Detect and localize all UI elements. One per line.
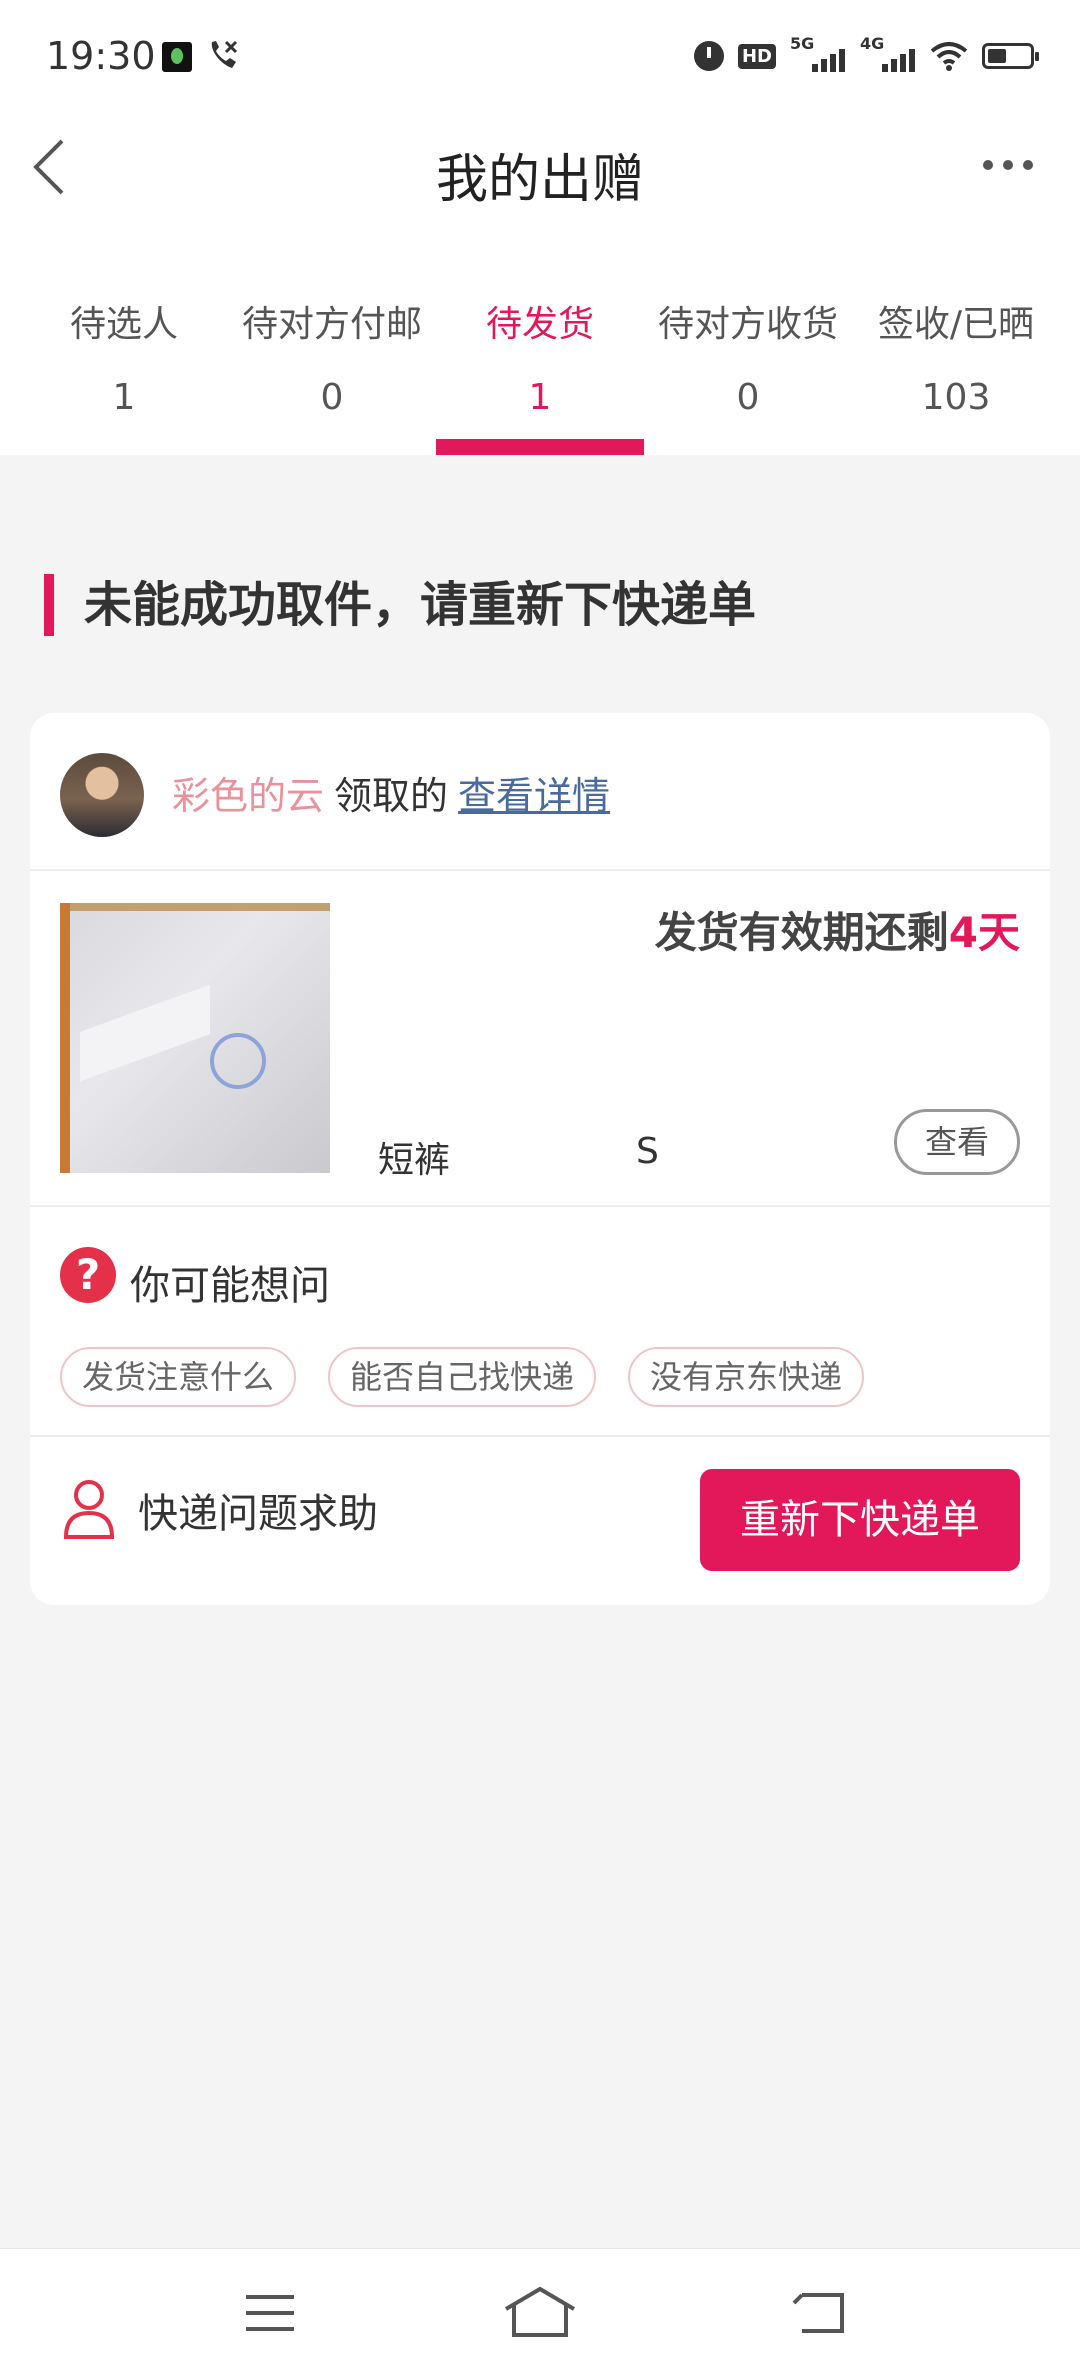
hd-icon: HD <box>737 43 776 69</box>
tab-count: 1 <box>112 377 136 418</box>
faq-chip[interactable]: 没有京东快递 <box>628 1347 865 1407</box>
back-icon[interactable] <box>790 2283 850 2343</box>
page-title: 我的出赠 <box>435 150 644 210</box>
item-name: 短裤 <box>378 1140 451 1181</box>
person-icon[interactable] <box>62 1477 116 1539</box>
deadline-days: 4天 <box>948 908 1020 957</box>
item-photo[interactable] <box>60 903 330 1173</box>
faq-row: ? 你可能想问 发货注意什么 能否自己找快递 没有京东快递 <box>30 1207 1050 1437</box>
tab-count: 1 <box>528 377 552 418</box>
photo-logo <box>210 1033 266 1089</box>
tab-pending-postage[interactable]: 待对方付邮 0 <box>228 225 436 455</box>
tab-pending-shipment[interactable]: 待发货 1 <box>436 225 644 455</box>
status-tabs: 待选人 1 待对方付邮 0 待发货 1 待对方收货 0 签收/已晒 103 <box>0 225 1080 455</box>
photo-detail <box>80 933 210 1133</box>
faq-chips: 发货注意什么 能否自己找快递 没有京东快递 <box>60 1347 865 1407</box>
tab-pending-select[interactable]: 待选人 1 <box>20 225 228 455</box>
recipient-name[interactable]: 彩色的云 <box>172 774 324 818</box>
5g-signal-icon: 5G <box>790 34 846 74</box>
deadline-prefix: 发货有效期还剩 <box>654 908 949 957</box>
5g-label: 5G <box>790 34 815 53</box>
tab-label: 待对方收货 <box>657 304 838 345</box>
section-heading: 未能成功取件，请重新下快递单 <box>44 574 756 636</box>
gift-card: 彩色的云 领取的 查看详情 发货有效期还剩4天 短裤 S 查看 ? 你可能想问 发货… <box>30 713 1050 1605</box>
avatar[interactable] <box>60 753 144 837</box>
status-time: 19:30 <box>46 34 156 78</box>
more-icon[interactable] <box>980 155 1036 175</box>
tab-label: 待发货 <box>485 304 594 345</box>
tab-label: 待选人 <box>69 304 178 345</box>
question-icon: ? <box>60 1247 116 1303</box>
tab-count: 103 <box>921 377 991 418</box>
4g-signal-icon: 4G <box>860 34 916 74</box>
app-icon <box>162 42 192 72</box>
tab-label: 签收/已晒 <box>877 304 1035 345</box>
wifi-icon <box>930 42 968 71</box>
express-help-label[interactable]: 快递问题求助 <box>138 1481 378 1539</box>
tab-signed-shared[interactable]: 签收/已晒 103 <box>852 225 1060 455</box>
missed-call-icon <box>211 40 238 68</box>
tab-count: 0 <box>320 377 344 418</box>
status-bar: 19:30 HD 5G 4G <box>0 0 1080 115</box>
system-nav-bar <box>0 2248 1080 2376</box>
faq-chip[interactable]: 发货注意什么 <box>60 1347 297 1407</box>
battery-icon <box>982 43 1039 69</box>
view-details-link[interactable]: 查看详情 <box>458 774 610 818</box>
reorder-express-button[interactable]: 重新下快递单 <box>700 1469 1020 1571</box>
tab-pending-receipt[interactable]: 待对方收货 0 <box>644 225 852 455</box>
view-button[interactable]: 查看 <box>894 1109 1020 1175</box>
item-row: 发货有效期还剩4天 短裤 S 查看 <box>30 871 1050 1207</box>
item-size: S <box>636 1131 659 1172</box>
faq-title: 你可能想问 <box>130 1263 330 1309</box>
alarm-icon <box>693 41 724 71</box>
recipient-line: 彩色的云 领取的 查看详情 <box>172 765 610 820</box>
recipient-row: 彩色的云 领取的 查看详情 <box>30 713 1050 871</box>
home-icon[interactable] <box>500 2283 580 2343</box>
shipping-deadline: 发货有效期还剩4天 <box>655 899 1020 960</box>
help-row: 快递问题求助 重新下快递单 <box>30 1437 1050 1605</box>
header: 我的出赠 <box>0 115 1080 225</box>
menu-icon[interactable] <box>240 2283 300 2343</box>
4g-label: 4G <box>860 34 885 53</box>
recipient-suffix: 领取的 <box>334 774 449 818</box>
tab-label: 待对方付邮 <box>241 304 422 345</box>
tab-underline <box>436 439 644 455</box>
faq-chip[interactable]: 能否自己找快递 <box>328 1347 597 1407</box>
tab-count: 0 <box>736 377 760 418</box>
status-icons: HD 5G 4G <box>693 34 1039 76</box>
